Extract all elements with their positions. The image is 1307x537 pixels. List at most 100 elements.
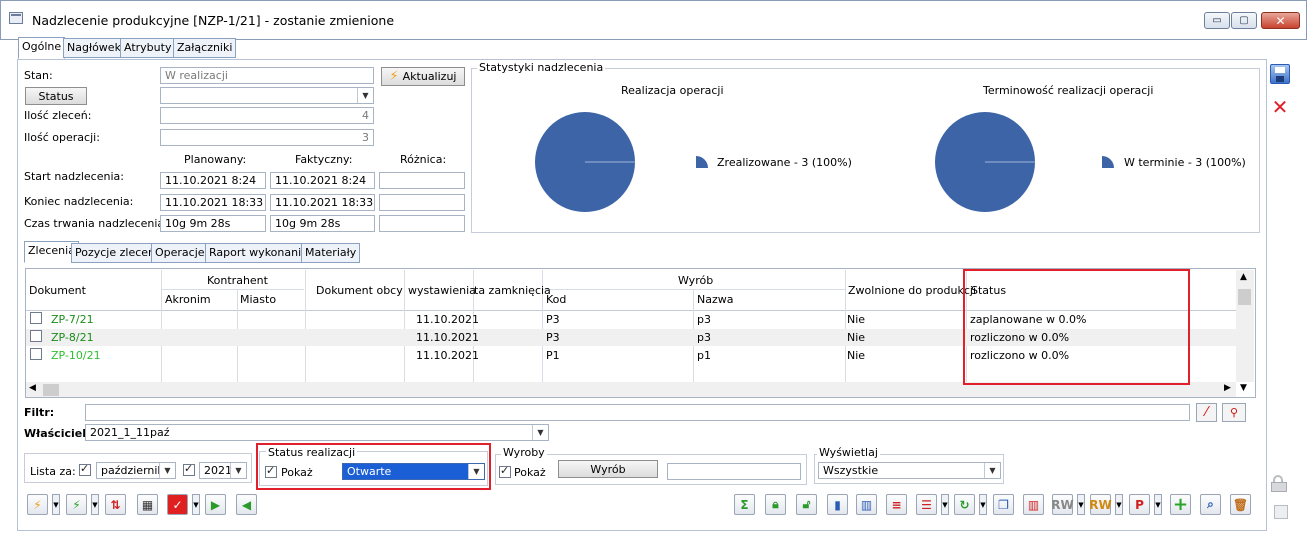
calendar-icon[interactable]: ▦ <box>137 494 158 515</box>
cancel-icon[interactable]: ✕ <box>1270 95 1290 119</box>
tree-list-dropdown[interactable]: ▼ <box>941 494 949 515</box>
status-button[interactable]: Status <box>25 87 87 105</box>
header-zwolnione[interactable]: Zwolnione do produkcji <box>848 284 976 297</box>
unlock-green-icon[interactable]: 🔓︎ <box>796 494 817 515</box>
lista-za-year-checkbox[interactable] <box>183 462 195 476</box>
rw-orange-dropdown[interactable]: ▼ <box>1115 494 1123 515</box>
refresh-icon[interactable]: ↻ <box>954 494 975 515</box>
sort-icon[interactable]: ⇅ <box>105 494 126 515</box>
wlasciciel-combo[interactable]: 2021_1_11paź ▼ <box>85 424 549 441</box>
aktualizuj-button[interactable]: ⚡ Aktualizuj <box>381 67 465 86</box>
header-akronim[interactable]: Akronim <box>165 293 211 306</box>
tab-zalaczniki[interactable]: Załączniki <box>173 38 237 58</box>
header-nazwa[interactable]: Nazwa <box>697 293 733 306</box>
scroll-right-icon[interactable]: ▶ <box>1224 383 1231 393</box>
row-dokument[interactable]: ZP-7/21 <box>51 313 94 326</box>
header-dokument[interactable]: Dokument <box>29 284 86 297</box>
list-icon[interactable]: ≡ <box>886 494 907 515</box>
tab-materialy[interactable]: Materiały <box>301 243 361 263</box>
chevron-down-icon[interactable]: ▼ <box>159 463 175 478</box>
check-red-dropdown[interactable]: ▼ <box>192 494 200 515</box>
filter-wizard-icon[interactable]: ⚲ <box>1222 403 1246 422</box>
status-combo[interactable]: ▼ <box>160 87 374 104</box>
row-dokument[interactable]: ZP-8/21 <box>51 331 94 344</box>
bar-chart-icon[interactable]: ▥ <box>856 494 877 515</box>
header-kontrahent[interactable]: Kontrahent <box>207 274 268 287</box>
wyroby-pokaz-checkbox[interactable] <box>499 464 511 478</box>
tab-ogolne[interactable]: Ogólne <box>18 37 66 59</box>
pin-icon[interactable] <box>1274 505 1288 519</box>
rw-gray-icon[interactable]: RW <box>1051 494 1074 515</box>
tab-raport-wykonania[interactable]: Raport wykonania <box>205 243 312 263</box>
header-miasto[interactable]: Miasto <box>240 293 276 306</box>
filtr-input[interactable] <box>85 404 1190 421</box>
lightning-orange-dropdown[interactable]: ▼ <box>52 494 60 515</box>
lista-za-month-checkbox[interactable] <box>79 462 91 476</box>
czas-plan-field[interactable]: 10g 9m 28s <box>160 215 266 232</box>
year-combo[interactable]: 2021 ▼ <box>199 462 247 479</box>
start-fakt-field[interactable]: 11.10.2021 8:24 <box>270 172 375 189</box>
refresh-dropdown[interactable]: ▼ <box>979 494 987 515</box>
save-icon[interactable] <box>1270 64 1290 84</box>
columns-icon[interactable]: ▥ <box>1023 494 1044 515</box>
wyrob-button[interactable]: Wyrób <box>558 460 658 478</box>
scroll-down-icon[interactable]: ▼ <box>1240 383 1247 393</box>
czas-fakt-field[interactable]: 10g 9m 28s <box>270 215 375 232</box>
header-wyrob[interactable]: Wyrób <box>678 274 713 287</box>
copy-icon[interactable]: ❐ <box>993 494 1014 515</box>
chevron-down-icon[interactable]: ▼ <box>357 88 373 103</box>
row-nazwa: p3 <box>697 331 711 344</box>
rw-orange-icon[interactable]: RW <box>1089 494 1112 515</box>
scroll-up-icon[interactable]: ▲ <box>1240 272 1247 282</box>
month-combo[interactable]: październik ▼ <box>96 462 176 479</box>
wyswietlaj-combo[interactable]: Wszystkie ▼ <box>818 462 1001 479</box>
export-icon[interactable]: ▶ <box>205 494 226 515</box>
maximize-button[interactable]: ▢ <box>1231 12 1257 29</box>
row-checkbox[interactable] <box>30 330 42 342</box>
tab-atrybuty[interactable]: Atrybuty <box>120 38 176 58</box>
row-dokument[interactable]: ZP-10/21 <box>51 349 101 362</box>
check-red-icon[interactable]: ✓ <box>167 494 188 515</box>
tab-operacje[interactable]: Operacje <box>151 243 209 263</box>
koniec-fakt-field[interactable]: 11.10.2021 18:33 <box>270 194 375 211</box>
scroll-thumb-vertical[interactable] <box>1238 289 1251 305</box>
header-dokument-obcy[interactable]: Dokument obcy <box>316 284 403 297</box>
lightning-orange-icon[interactable]: ⚡ <box>27 494 48 515</box>
p-document-icon[interactable]: P <box>1129 494 1150 515</box>
scroll-thumb-horizontal[interactable] <box>43 384 59 396</box>
row-checkbox[interactable] <box>30 348 42 360</box>
chevron-down-icon[interactable]: ▼ <box>532 425 548 440</box>
wyrob-input[interactable] <box>667 463 801 480</box>
row-checkbox[interactable] <box>30 312 42 324</box>
tab-pozycje-zlecen[interactable]: Pozycje zleceń <box>71 243 160 263</box>
vertical-scrollbar[interactable] <box>1236 270 1254 382</box>
lightning-green-dropdown[interactable]: ▼ <box>91 494 99 515</box>
minimize-icon: ▭ <box>1212 15 1222 26</box>
p-document-dropdown[interactable]: ▼ <box>1154 494 1162 515</box>
koniec-label: Koniec nadzlecenia: <box>24 195 134 208</box>
unlock-icon[interactable] <box>1270 474 1290 492</box>
trash-icon[interactable]: 🗑︎ <box>1230 494 1251 515</box>
chevron-down-icon[interactable]: ▼ <box>230 463 246 478</box>
start-plan-field[interactable]: 11.10.2021 8:24 <box>160 172 266 189</box>
minimize-button[interactable]: ▭ <box>1204 12 1230 29</box>
tab-naglowek[interactable]: Nagłówek <box>63 38 125 58</box>
search-icon[interactable]: ⌕ <box>1200 494 1221 515</box>
lock-green-icon[interactable]: 🔒︎ <box>765 494 786 515</box>
clear-filter-icon[interactable]: ⁄ <box>1196 403 1217 422</box>
add-icon[interactable]: + <box>1170 494 1191 515</box>
import-icon[interactable]: ◀ <box>236 494 257 515</box>
chevron-down-icon[interactable]: ▼ <box>984 463 1000 478</box>
scroll-left-icon[interactable]: ◀ <box>29 383 36 393</box>
sum-icon[interactable]: Σ <box>734 494 755 515</box>
header-kod[interactable]: Kod <box>546 293 566 306</box>
document-icon[interactable]: ▮ <box>827 494 848 515</box>
lightning-green-icon[interactable]: ⚡ <box>66 494 87 515</box>
tree-list-icon[interactable]: ☰ <box>916 494 937 515</box>
legend-swatch-zrealizowane <box>696 156 708 168</box>
close-button[interactable]: ✕ <box>1261 12 1300 29</box>
rw-gray-dropdown[interactable]: ▼ <box>1077 494 1085 515</box>
koniec-plan-field[interactable]: 11.10.2021 18:33 <box>160 194 266 211</box>
header-zamkniecia[interactable]: ta zamknięcia <box>474 284 551 297</box>
header-wystawienia[interactable]: wystawienia <box>408 284 476 297</box>
